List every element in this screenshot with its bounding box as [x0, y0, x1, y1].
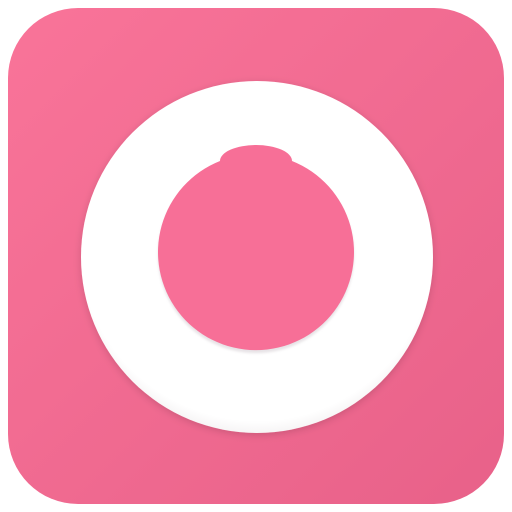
icon-canvas [0, 0, 512, 512]
app-icon-graphic [8, 8, 504, 504]
app-icon[interactable] [0, 0, 512, 512]
